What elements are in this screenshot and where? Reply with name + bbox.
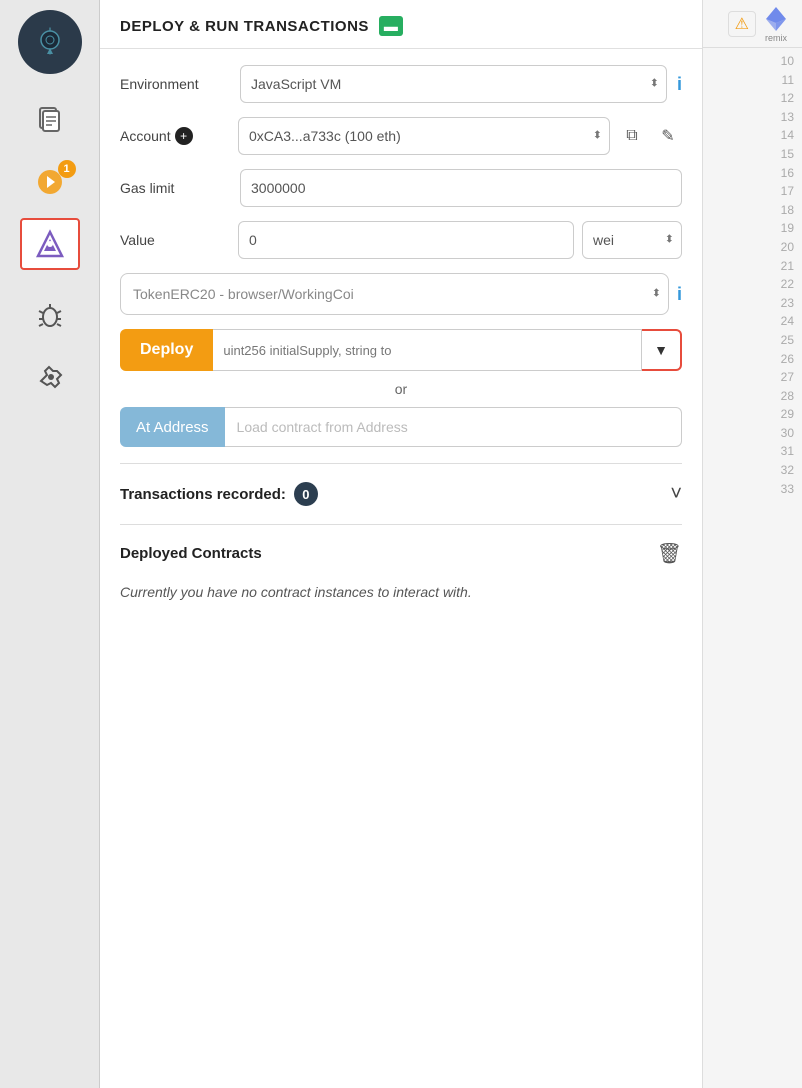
right-panel-top: ⚠ remix [703,0,802,48]
line-numbers: 10 11 12 13 14 15 16 17 18 19 20 21 22 2… [703,48,802,1088]
bug-icon [35,301,65,331]
record-icon: ▬ [379,16,403,36]
right-panel: ⚠ remix 10 11 12 13 14 15 16 17 18 19 20… [702,0,802,1088]
environment-select-wrapper[interactable]: JavaScript VM ⬍ [240,65,667,103]
sidebar-item-plugin[interactable] [20,352,80,404]
copy-icon[interactable]: ⧉ [618,122,646,150]
line-33: 33 [711,480,794,499]
sidebar: 1 [0,0,100,1088]
gas-limit-input[interactable] [240,169,682,207]
remix-label: remix [765,33,787,43]
add-account-icon[interactable]: + [175,127,193,145]
contract-select-wrapper[interactable]: TokenERC20 - browser/WorkingCoi ⬍ [120,273,669,315]
account-row: Account + 0xCA3...a733c (100 eth) ⬍ ⧉ ✎ [120,117,682,155]
line-29: 29 [711,405,794,424]
deployed-contracts-section: Deployed Contracts 🗑 Currently you have … [120,533,682,611]
line-23: 23 [711,294,794,313]
environment-label: Environment [120,76,230,92]
deploy-chevron-down-icon: ▼ [654,342,668,358]
account-select-wrapper[interactable]: 0xCA3...a733c (100 eth) ⬍ [238,117,610,155]
gas-limit-row: Gas limit [120,169,682,207]
line-21: 21 [711,257,794,276]
warning-triangle-icon: ⚠ [735,14,749,34]
value-row: Value wei gwei finney ether ⬍ [120,221,682,259]
line-18: 18 [711,201,794,220]
line-22: 22 [711,275,794,294]
line-30: 30 [711,424,794,443]
line-20: 20 [711,238,794,257]
at-address-row: At Address [120,407,682,447]
contract-select-row: TokenERC20 - browser/WorkingCoi ⬍ i [120,273,682,315]
deploy-params: uint256 initialSupply, string to [213,329,642,371]
environment-select[interactable]: JavaScript VM [240,65,667,103]
value-label: Value [120,232,230,248]
environment-info-icon[interactable]: i [677,74,682,95]
unit-select-wrapper[interactable]: wei gwei finney ether ⬍ [582,221,682,259]
or-divider: or [120,381,682,397]
line-13: 13 [711,108,794,127]
deploy-row: Deploy uint256 initialSupply, string to … [120,329,682,371]
sidebar-item-deploy[interactable] [20,218,80,270]
unit-select[interactable]: wei gwei finney ether [582,221,682,259]
line-12: 12 [711,89,794,108]
line-15: 15 [711,145,794,164]
deployed-header: Deployed Contracts 🗑 [120,533,682,574]
deployed-contracts-title: Deployed Contracts [120,545,262,562]
deploy-icon [35,229,65,259]
account-select[interactable]: 0xCA3...a733c (100 eth) [238,117,610,155]
panel-body: Environment JavaScript VM ⬍ i Account + … [100,49,702,1088]
compile-badge: 1 [58,160,76,178]
edit-icon[interactable]: ✎ [654,122,682,150]
line-26: 26 [711,350,794,369]
section-divider-1 [120,463,682,464]
deploy-button[interactable]: Deploy [120,329,213,371]
remix-logo-right: remix [762,5,790,43]
warning-badge: ⚠ [728,11,756,37]
at-address-input[interactable] [225,407,682,447]
plugin-icon [35,363,65,393]
line-16: 16 [711,164,794,183]
deploy-dropdown-button[interactable]: ▼ [642,329,682,371]
section-divider-2 [120,524,682,525]
transactions-label: Transactions recorded: 0 [120,482,318,506]
at-address-button[interactable]: At Address [120,407,225,447]
ethereum-diamond-icon [762,5,790,33]
trash-icon[interactable]: 🗑 [657,541,682,566]
line-32: 32 [711,461,794,480]
line-11: 11 [711,71,794,90]
line-17: 17 [711,182,794,201]
line-31: 31 [711,442,794,461]
main-panel: DEPLOY & RUN TRANSACTIONS ▬ Environment … [100,0,702,1088]
page-title: DEPLOY & RUN TRANSACTIONS [120,18,369,35]
line-10: 10 [711,52,794,71]
contract-select[interactable]: TokenERC20 - browser/WorkingCoi [120,273,669,315]
line-14: 14 [711,126,794,145]
line-19: 19 [711,219,794,238]
transactions-chevron-icon[interactable]: ˅ [670,483,682,506]
sidebar-item-files[interactable] [20,94,80,146]
remix-logo [18,10,82,74]
line-24: 24 [711,312,794,331]
line-25: 25 [711,331,794,350]
transactions-count-badge: 0 [294,482,318,506]
gas-limit-label: Gas limit [120,180,230,196]
remix-logo-icon [34,26,66,58]
panel-header: DEPLOY & RUN TRANSACTIONS ▬ [100,0,702,49]
sidebar-item-debug[interactable] [20,290,80,342]
contract-info-icon[interactable]: i [677,284,682,305]
account-label: Account + [120,127,230,145]
value-input-wrap [238,221,574,259]
line-28: 28 [711,387,794,406]
deployed-empty-text: Currently you have no contract instances… [120,574,682,611]
line-27: 27 [711,368,794,387]
value-input[interactable] [238,221,574,259]
files-icon [35,105,65,135]
transactions-row: Transactions recorded: 0 ˅ [120,472,682,516]
sidebar-item-compile[interactable]: 1 [20,156,80,208]
environment-row: Environment JavaScript VM ⬍ i [120,65,682,103]
